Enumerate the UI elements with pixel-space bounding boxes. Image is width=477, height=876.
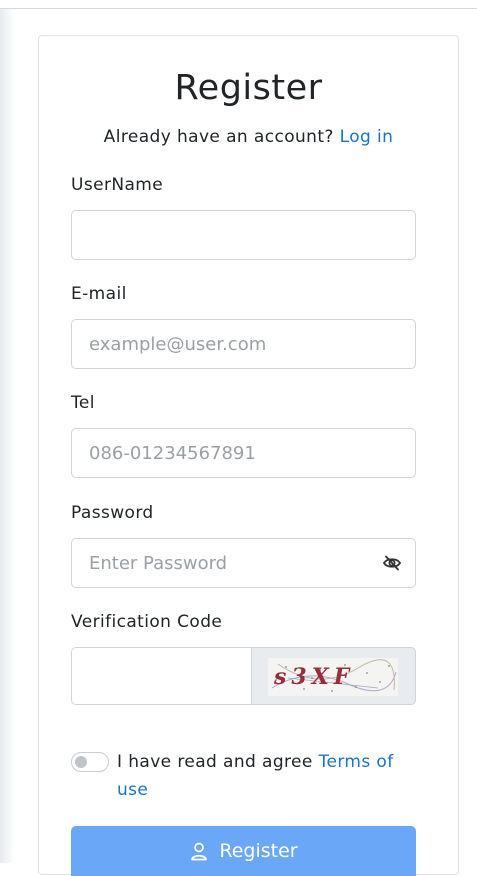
page-title: Register bbox=[174, 68, 323, 108]
verification-label: Verification Code bbox=[71, 612, 223, 632]
verification-input[interactable] bbox=[71, 647, 252, 705]
login-link[interactable]: Log in bbox=[340, 127, 394, 147]
tel-input[interactable] bbox=[71, 428, 416, 478]
email-input[interactable] bbox=[71, 319, 416, 369]
password-input[interactable] bbox=[71, 538, 416, 588]
agree-text: I have read and agree bbox=[117, 752, 313, 772]
login-prompt-line: Already have an account? Log in bbox=[39, 127, 458, 147]
verification-row: s3XF bbox=[71, 647, 416, 705]
terms-toggle-switch[interactable] bbox=[71, 752, 109, 772]
user-icon bbox=[189, 841, 209, 861]
terms-agree-label: I have read and agree Terms of use bbox=[117, 748, 417, 804]
register-card: Register Already have an account? Log in… bbox=[38, 35, 459, 876]
eye-slash-icon[interactable] bbox=[382, 553, 402, 573]
login-prompt-text: Already have an account? bbox=[103, 127, 334, 147]
username-input[interactable] bbox=[71, 210, 416, 260]
register-button-label: Register bbox=[219, 840, 298, 862]
password-label: Password bbox=[71, 503, 154, 523]
username-label: UserName bbox=[71, 175, 164, 195]
captcha-text: s3XF bbox=[274, 664, 355, 690]
email-label: E-mail bbox=[71, 284, 127, 304]
captcha-box[interactable]: s3XF bbox=[251, 647, 416, 705]
captcha-image[interactable]: s3XF bbox=[268, 658, 398, 696]
tel-label: Tel bbox=[71, 393, 95, 413]
toggle-knob bbox=[75, 756, 87, 768]
window-top-divider bbox=[0, 8, 477, 9]
password-field-wrap bbox=[71, 538, 416, 588]
register-button[interactable]: Register bbox=[71, 826, 416, 876]
left-edge-shadow bbox=[0, 9, 14, 863]
